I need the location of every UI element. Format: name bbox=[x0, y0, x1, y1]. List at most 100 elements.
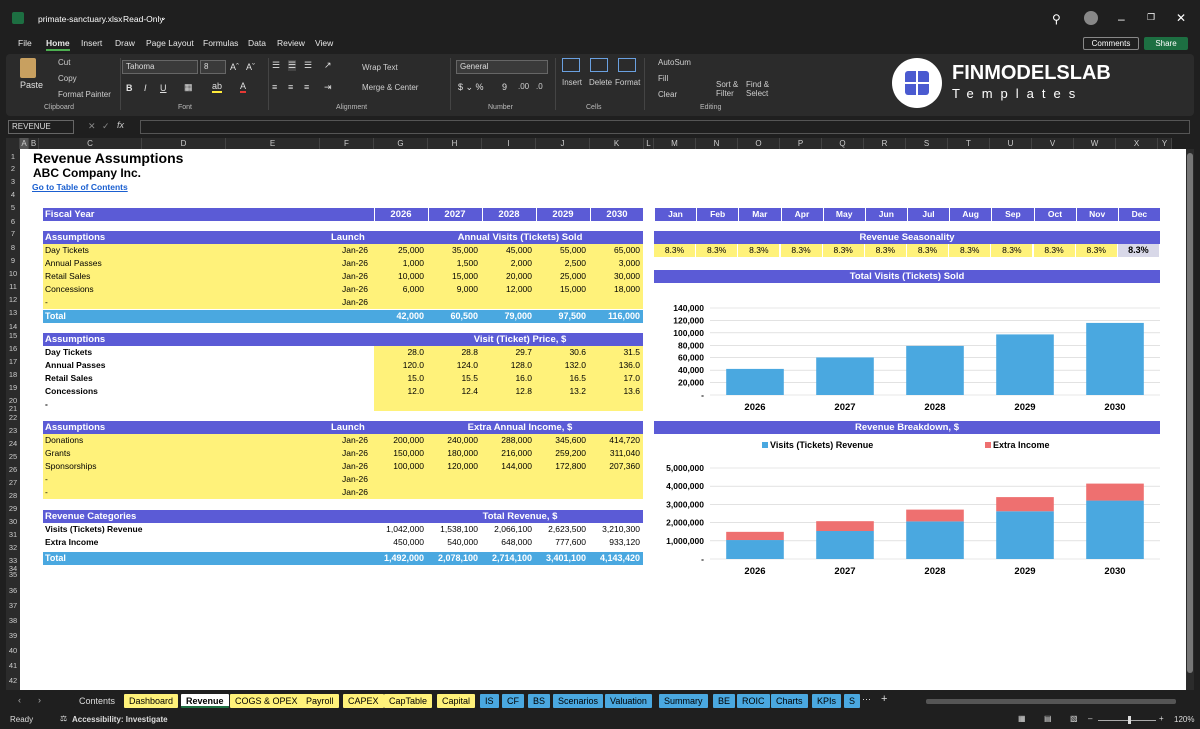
value-cell[interactable]: 9,000 bbox=[428, 283, 478, 296]
value-cell[interactable]: 3,210,300 bbox=[590, 523, 640, 536]
format-painter-button[interactable]: Format Painter bbox=[58, 90, 111, 99]
row-header[interactable]: 26 bbox=[6, 465, 20, 474]
align-center-icon[interactable]: ≡ bbox=[288, 82, 293, 92]
sheet-tab[interactable]: Capital bbox=[437, 694, 476, 708]
value-cell[interactable]: 2,500 bbox=[536, 257, 586, 270]
row-header[interactable]: 18 bbox=[6, 370, 20, 379]
value-cell[interactable]: 12,000 bbox=[482, 283, 532, 296]
row-header[interactable]: 12 bbox=[6, 295, 20, 304]
fill-button[interactable]: Fill bbox=[658, 74, 668, 83]
column-header[interactable]: C bbox=[39, 138, 142, 149]
row-header[interactable]: 35 bbox=[6, 570, 20, 579]
value-cell[interactable]: 144,000 bbox=[482, 460, 532, 473]
column-header[interactable]: N bbox=[696, 138, 738, 149]
row-header[interactable]: 6 bbox=[6, 217, 20, 226]
sheet-tab[interactable]: Payroll bbox=[301, 694, 339, 708]
row-header[interactable]: 7 bbox=[6, 229, 20, 238]
row-header[interactable]: 2 bbox=[6, 164, 20, 173]
seasonality-cell[interactable]: 8.3% bbox=[991, 244, 1033, 257]
sheet-tab[interactable]: Valuation bbox=[605, 694, 652, 708]
orientation-icon[interactable]: ↗ bbox=[324, 60, 332, 71]
more-tabs-icon[interactable]: ⋯ bbox=[862, 694, 871, 705]
row-header[interactable]: 36 bbox=[6, 586, 20, 595]
value-cell[interactable]: 15,000 bbox=[536, 283, 586, 296]
column-header[interactable]: D bbox=[142, 138, 226, 149]
bold-button[interactable]: B bbox=[126, 83, 133, 93]
value-cell[interactable] bbox=[590, 486, 640, 499]
value-cell[interactable]: 15,000 bbox=[428, 270, 478, 283]
row-header[interactable]: 28 bbox=[6, 491, 20, 500]
seasonality-cell[interactable]: 8.3% bbox=[864, 244, 906, 257]
sheet-tab[interactable]: Contents bbox=[74, 694, 121, 708]
underline-button[interactable]: U bbox=[160, 83, 167, 93]
font-size-select[interactable]: 8 bbox=[200, 60, 226, 74]
value-cell[interactable]: 240,000 bbox=[428, 434, 478, 447]
value-cell[interactable] bbox=[482, 473, 532, 486]
sheet-tab[interactable]: COGS & OPEX bbox=[230, 694, 303, 708]
value-cell[interactable] bbox=[428, 473, 478, 486]
value-cell[interactable] bbox=[374, 486, 424, 499]
sheet-tab[interactable]: IS bbox=[480, 694, 499, 708]
seasonality-cell[interactable]: 8.3% bbox=[949, 244, 991, 257]
value-cell[interactable] bbox=[536, 486, 586, 499]
column-header[interactable]: W bbox=[1074, 138, 1116, 149]
value-cell[interactable] bbox=[482, 486, 532, 499]
find-select-button[interactable]: Find & Select bbox=[746, 80, 776, 98]
value-cell[interactable] bbox=[374, 296, 424, 309]
column-header[interactable]: A bbox=[20, 138, 29, 149]
sort-filter-button[interactable]: Sort & Filter bbox=[716, 80, 744, 98]
column-header[interactable]: T bbox=[948, 138, 990, 149]
insert-cells-icon[interactable] bbox=[562, 58, 580, 72]
sheet-tab[interactable]: CF bbox=[502, 694, 524, 708]
zoom-thumb[interactable] bbox=[1128, 716, 1131, 724]
menu-insert[interactable]: Insert bbox=[81, 38, 102, 48]
row-header[interactable]: 21 bbox=[6, 404, 20, 413]
align-right-icon[interactable]: ≡ bbox=[304, 82, 309, 92]
value-cell[interactable]: 3,000 bbox=[590, 257, 640, 270]
row-header[interactable]: 5 bbox=[6, 203, 20, 212]
value-cell[interactable]: 30,000 bbox=[590, 270, 640, 283]
value-cell[interactable]: 777,600 bbox=[536, 536, 586, 549]
normal-view-icon[interactable]: ▦ bbox=[1018, 714, 1026, 723]
format-button[interactable]: Format bbox=[615, 78, 640, 87]
borders-icon[interactable]: ▦ bbox=[184, 82, 193, 93]
value-cell[interactable]: 648,000 bbox=[482, 536, 532, 549]
delete-cells-icon[interactable] bbox=[590, 58, 608, 72]
sheet-tab[interactable]: BE bbox=[713, 694, 736, 708]
value-cell[interactable]: 207,360 bbox=[590, 460, 640, 473]
value-cell[interactable]: 172,800 bbox=[536, 460, 586, 473]
row-header[interactable]: 15 bbox=[6, 331, 20, 340]
value-cell[interactable] bbox=[482, 296, 532, 309]
seasonality-cell[interactable]: 8.3% bbox=[822, 244, 864, 257]
avatar[interactable] bbox=[1084, 11, 1098, 25]
row-header[interactable]: 10 bbox=[6, 269, 20, 278]
toc-link[interactable]: Go to Table of Contents bbox=[32, 182, 128, 192]
share-button[interactable]: Share bbox=[1144, 37, 1188, 50]
menu-data[interactable]: Data bbox=[248, 38, 266, 48]
row-header[interactable]: 30 bbox=[6, 517, 20, 526]
value-cell[interactable]: 124.0 bbox=[428, 359, 478, 372]
vertical-scrollbar[interactable] bbox=[1186, 149, 1194, 690]
value-cell[interactable]: 216,000 bbox=[482, 447, 532, 460]
clear-button[interactable]: Clear bbox=[658, 90, 677, 99]
close-icon[interactable]: ✕ bbox=[1176, 11, 1186, 25]
value-cell[interactable]: 933,120 bbox=[590, 536, 640, 549]
row-header[interactable]: 37 bbox=[6, 601, 20, 610]
row-header[interactable]: 39 bbox=[6, 631, 20, 640]
currency-icon[interactable]: $ ⌄ % bbox=[458, 82, 484, 93]
value-cell[interactable]: 128.0 bbox=[482, 359, 532, 372]
column-header[interactable]: J bbox=[536, 138, 590, 149]
search-icon[interactable]: ⚲ bbox=[1052, 12, 1061, 26]
value-cell[interactable] bbox=[536, 296, 586, 309]
menu-formulas[interactable]: Formulas bbox=[203, 38, 238, 48]
column-header[interactable]: E bbox=[226, 138, 320, 149]
row-header[interactable]: 11 bbox=[6, 282, 20, 291]
value-cell[interactable]: 16.0 bbox=[482, 372, 532, 385]
seasonality-cell[interactable]: 8.3% bbox=[1117, 244, 1159, 257]
column-header[interactable]: U bbox=[990, 138, 1032, 149]
row-header[interactable]: 42 bbox=[6, 676, 20, 685]
enter-icon[interactable]: ✓ bbox=[102, 121, 110, 132]
row-header[interactable]: 40 bbox=[6, 646, 20, 655]
value-cell[interactable]: 17.0 bbox=[590, 372, 640, 385]
seasonality-cell[interactable]: 8.3% bbox=[780, 244, 822, 257]
